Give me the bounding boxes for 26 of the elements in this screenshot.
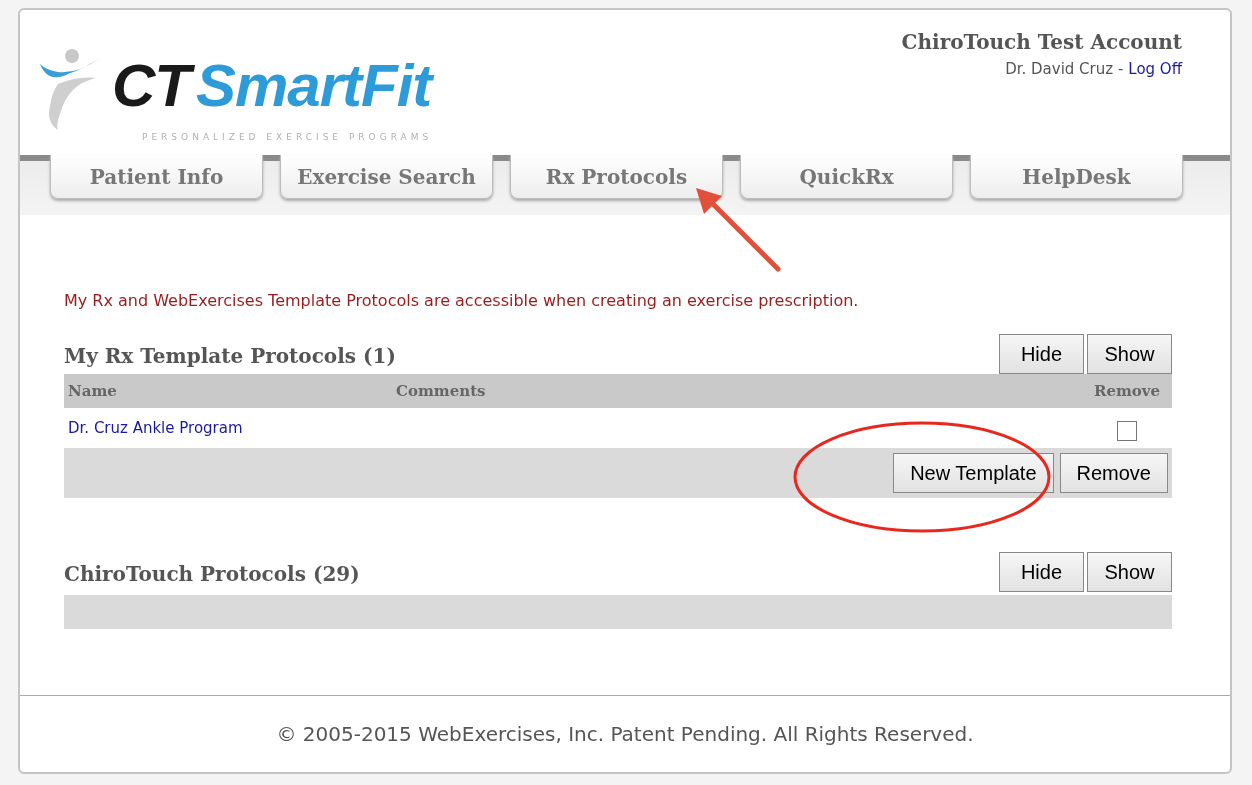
- show-button[interactable]: Show: [1087, 334, 1172, 374]
- logo-prefix: CT: [112, 56, 196, 122]
- remove-button[interactable]: Remove: [1059, 453, 1168, 493]
- user-name: Dr. David Cruz -: [1005, 60, 1124, 78]
- logo-tagline: PERSONALIZED EXERCISE PROGRAMS: [142, 132, 434, 142]
- remove-checkbox[interactable]: [1117, 421, 1137, 441]
- section-title: ChiroTouch Protocols (29): [64, 562, 360, 588]
- new-template-button[interactable]: New Template: [893, 453, 1054, 493]
- column-header: Name: [68, 382, 118, 400]
- nav-tab[interactable]: QuickRx: [740, 155, 953, 199]
- column-header: Comments: [396, 382, 487, 400]
- protocol-link[interactable]: Dr. Cruz Ankle Program: [68, 419, 396, 437]
- hide-button[interactable]: Hide: [999, 334, 1084, 374]
- column-header: Remove: [1092, 382, 1162, 400]
- nav-tab[interactable]: Patient Info: [50, 155, 263, 199]
- hide-button[interactable]: Hide: [999, 552, 1084, 592]
- nav-tab[interactable]: HelpDesk: [970, 155, 1183, 199]
- logo-name: SmartFit: [196, 56, 440, 122]
- copyright-text: © 2005-2015 WebExercises, Inc. Patent Pending. All Rights Reserved.: [276, 722, 974, 746]
- section-title: My Rx Template Protocols (1): [64, 344, 396, 370]
- notice-text: My Rx and WebExercises Template Protocols are accessible when creating an exercise prescription.: [64, 291, 860, 310]
- nav-tab[interactable]: Exercise Search: [280, 155, 493, 199]
- nav-tab[interactable]: Rx Protocols: [510, 155, 723, 199]
- show-button[interactable]: Show: [1087, 552, 1172, 592]
- logoff-link[interactable]: Log Off: [1128, 60, 1182, 78]
- account-name: ChiroTouch Test Account: [901, 30, 1182, 54]
